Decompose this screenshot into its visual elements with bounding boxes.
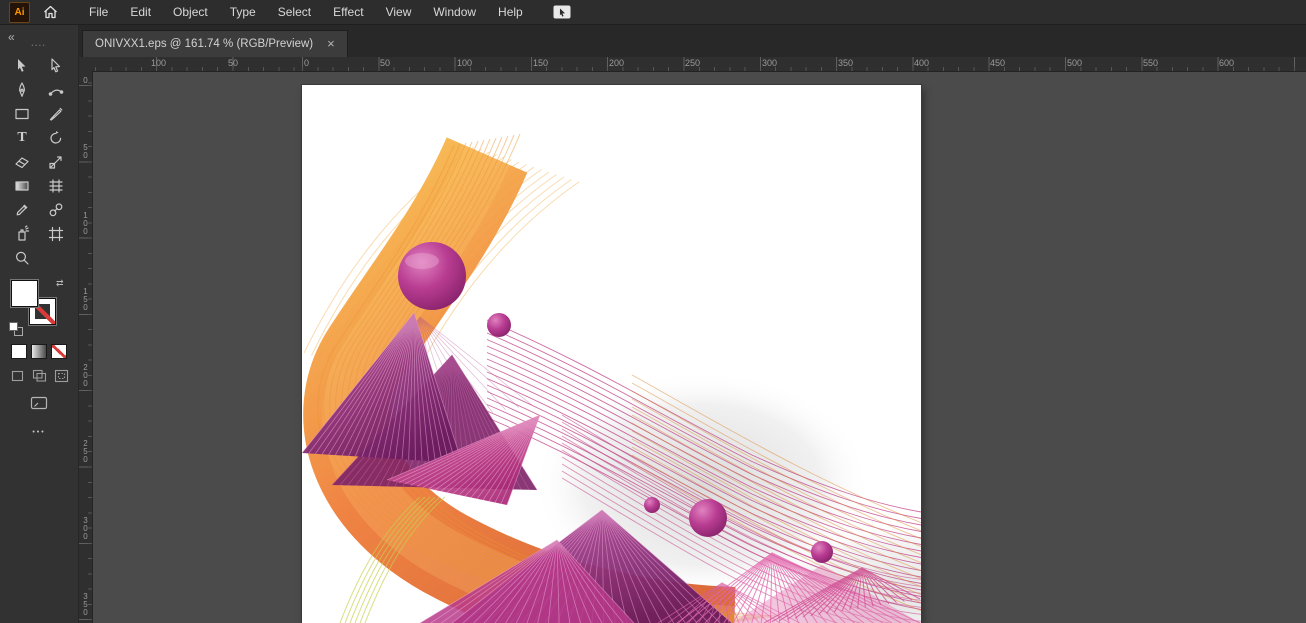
hruler-label: 400: [914, 58, 929, 68]
artboard-tool[interactable]: [39, 222, 73, 246]
color-type-buttons: [11, 344, 67, 359]
ruler-origin-corner[interactable]: [78, 57, 93, 72]
tools-grid-spacer: [39, 246, 73, 270]
menu-item-help[interactable]: Help: [487, 0, 534, 24]
vertical-ruler[interactable]: 0 50 100 150 200 250 300 350: [78, 71, 93, 623]
hruler-label: 150: [533, 58, 548, 68]
vruler-label: 100: [81, 211, 90, 235]
blend-tool[interactable]: [39, 198, 73, 222]
gradient-button[interactable]: [31, 344, 47, 359]
menu-item-object[interactable]: Object: [162, 0, 219, 24]
home-icon[interactable]: [43, 5, 58, 19]
vruler-label: 350: [81, 592, 90, 616]
curvature-tool[interactable]: [39, 78, 73, 102]
vruler-label: 150: [81, 287, 90, 311]
type-tool-glyph: T: [17, 130, 26, 146]
menu-item-file[interactable]: File: [78, 0, 119, 24]
default-fill-stroke-icon[interactable]: [9, 322, 23, 336]
hruler-label: 100: [151, 58, 166, 68]
hruler-label: 550: [1143, 58, 1158, 68]
fill-stroke-widget: ⇄: [9, 278, 69, 336]
vruler-label: 250: [81, 439, 90, 463]
menu-item-view[interactable]: View: [375, 0, 423, 24]
change-screen-mode-button[interactable]: [30, 396, 48, 415]
pen-tool[interactable]: [5, 78, 39, 102]
edit-toolbar-button[interactable]: •••: [32, 429, 45, 436]
type-tool[interactable]: T: [5, 126, 39, 150]
default-fill-mini: [9, 322, 18, 331]
color-button[interactable]: [11, 344, 27, 359]
hruler-label: 600: [1219, 58, 1234, 68]
illustrator-logo-icon[interactable]: Ai: [9, 2, 30, 23]
draw-behind-mode-button[interactable]: [30, 368, 49, 383]
menu-item-window[interactable]: Window: [422, 0, 487, 24]
close-tab-icon[interactable]: ×: [327, 38, 335, 50]
hruler-label: 50: [380, 58, 390, 68]
vruler-label: 50: [81, 143, 90, 159]
draw-normal-mode-button[interactable]: [8, 368, 27, 383]
zoom-tool[interactable]: [5, 246, 39, 270]
hruler-label: 0: [304, 58, 309, 68]
arrange-documents-icon[interactable]: [552, 4, 572, 20]
tools-grid: T: [5, 54, 73, 270]
document-tab[interactable]: ONIVXX1.eps @ 161.74 % (RGB/Preview) ×: [82, 30, 348, 57]
menu-items: File Edit Object Type Select Effect View…: [78, 0, 534, 24]
menu-item-type[interactable]: Type: [219, 0, 267, 24]
swap-fill-stroke-icon[interactable]: ⇄: [56, 278, 64, 289]
hruler-label: 200: [609, 58, 624, 68]
tools-panel: « •••• T: [0, 24, 79, 623]
gradient-tool[interactable]: [5, 174, 39, 198]
fill-swatch[interactable]: [11, 280, 38, 307]
vruler-label: 200: [81, 363, 90, 387]
canvas-area[interactable]: [92, 71, 1306, 623]
collapse-tools-row: «: [0, 24, 78, 40]
menu-item-select[interactable]: Select: [267, 0, 322, 24]
artboard[interactable]: [302, 85, 921, 623]
hruler-label: 450: [990, 58, 1005, 68]
eyedropper-tool[interactable]: [5, 198, 39, 222]
hruler-label: 250: [685, 58, 700, 68]
menu-bar: Ai File Edit Object Type Select Effect V…: [0, 0, 1306, 25]
hruler-label: 100: [457, 58, 472, 68]
scale-tool[interactable]: [39, 150, 73, 174]
selection-tool[interactable]: [5, 54, 39, 78]
rotate-tool[interactable]: [39, 126, 73, 150]
menu-item-effect[interactable]: Effect: [322, 0, 374, 24]
vruler-label: 0: [81, 76, 90, 84]
collapse-tools-panel-button[interactable]: «: [8, 30, 15, 44]
direct-selection-tool[interactable]: [39, 54, 73, 78]
draw-inside-mode-button[interactable]: [52, 368, 71, 383]
document-tab-title: ONIVXX1.eps @ 161.74 % (RGB/Preview): [95, 38, 313, 50]
hruler-label: 300: [762, 58, 777, 68]
eraser-tool[interactable]: [5, 150, 39, 174]
mesh-tool[interactable]: [39, 174, 73, 198]
hruler-label: 50: [228, 58, 238, 68]
vruler-label: 300: [81, 516, 90, 540]
rectangle-tool[interactable]: [5, 102, 39, 126]
eps-artwork[interactable]: [302, 85, 921, 623]
horizontal-ruler[interactable]: 100 50 0 50 100 150 200 250 300 350 400 …: [92, 57, 1306, 72]
tools-panel-grip[interactable]: ••••: [31, 43, 46, 49]
paintbrush-tool[interactable]: [39, 102, 73, 126]
none-button[interactable]: [51, 344, 67, 359]
drawing-modes: [8, 368, 71, 383]
symbol-sprayer-tool[interactable]: [5, 222, 39, 246]
document-tab-strip: ONIVXX1.eps @ 161.74 % (RGB/Preview) ×: [78, 24, 1306, 57]
hruler-label: 500: [1067, 58, 1082, 68]
menu-item-edit[interactable]: Edit: [119, 0, 162, 24]
hruler-label: 350: [838, 58, 853, 68]
